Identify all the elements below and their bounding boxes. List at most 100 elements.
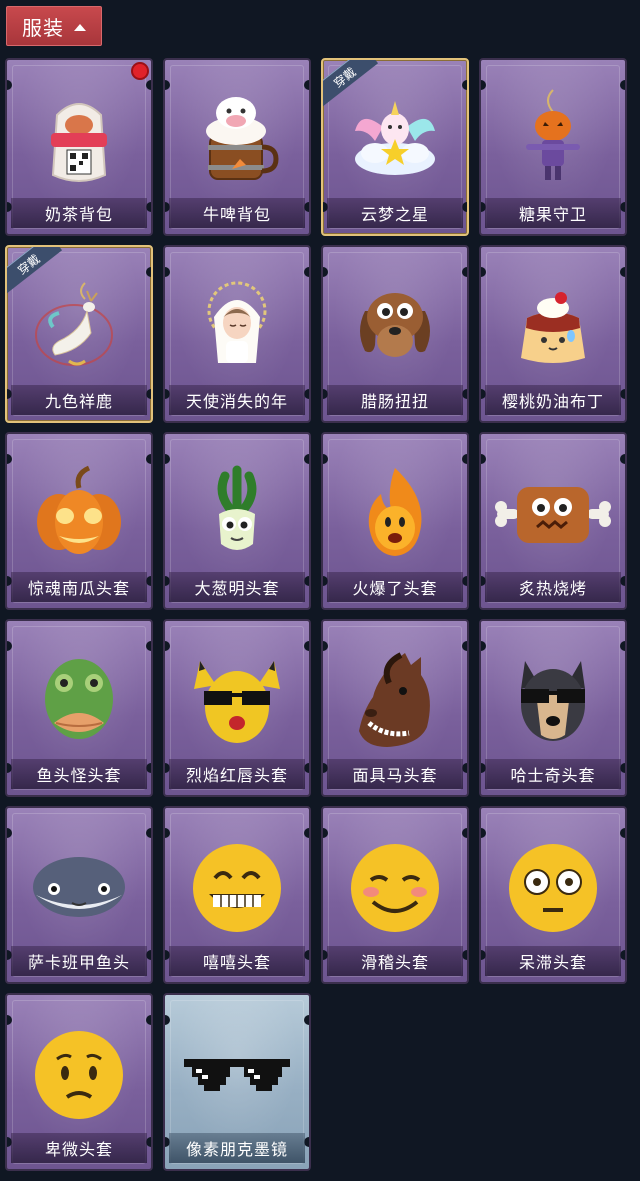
costume-card[interactable]: 炙热烧烤: [479, 432, 627, 610]
costume-name: 炙热烧烤: [485, 572, 621, 602]
card-notch: [165, 267, 170, 277]
card-notch: [481, 828, 486, 838]
card-notch: [304, 763, 309, 773]
pleading-emoji-icon: [31, 1027, 127, 1123]
costume-name: 哈士奇头套: [485, 759, 621, 789]
costume-name: 大葱明头套: [169, 572, 305, 602]
chevron-up-icon: [74, 23, 86, 31]
card-notch: [304, 641, 309, 651]
pumpkin-scarecrow-icon: [505, 89, 601, 188]
costume-card[interactable]: 萨卡班甲鱼头: [5, 806, 153, 984]
costume-card[interactable]: 烈焰红唇头套: [163, 619, 311, 797]
costume-category-header[interactable]: 服装: [6, 6, 102, 46]
new-item-dot: [131, 62, 149, 80]
card-notch: [304, 454, 309, 464]
costume-card[interactable]: 滑稽头套: [321, 806, 469, 984]
costume-name: 火爆了头套: [327, 572, 463, 602]
yellow-mask-sunglasses-icon: [189, 653, 285, 749]
costume-name: 惊魂南瓜头套: [11, 572, 147, 602]
card-notch: [165, 80, 170, 90]
costume-name: 滑稽头套: [327, 946, 463, 976]
costume-card[interactable]: 九色祥鹿 穿戴: [5, 245, 153, 423]
card-notch: [304, 202, 309, 212]
card-notch: [146, 763, 151, 773]
costume-card[interactable]: 大葱明头套: [163, 432, 311, 610]
costume-card[interactable]: 牛啤背包: [163, 58, 311, 236]
costume-card[interactable]: 惊魂南瓜头套: [5, 432, 153, 610]
card-notch: [304, 1015, 309, 1025]
sacabambaspis-icon: [31, 840, 127, 936]
costume-card[interactable]: 腊肠扭扭: [321, 245, 469, 423]
card-notch: [146, 389, 151, 399]
grin-emoji-icon: [189, 840, 285, 936]
costume-card[interactable]: 卑微头套: [5, 993, 153, 1171]
jack-o-lantern-icon: [31, 465, 127, 562]
costume-name: 天使消失的年: [169, 385, 305, 415]
costume-name: 烈焰红唇头套: [169, 759, 305, 789]
card-notch: [304, 828, 309, 838]
card-notch: [481, 454, 486, 464]
costume-card[interactable]: 像素朋克墨镜: [163, 993, 311, 1171]
costume-card[interactable]: 面具马头套: [321, 619, 469, 797]
costume-card[interactable]: 哈士奇头套: [479, 619, 627, 797]
card-notch: [620, 950, 625, 960]
card-notch: [146, 828, 151, 838]
fire-spirit-icon: [347, 466, 443, 562]
costume-name: 卑微头套: [11, 1133, 147, 1163]
costume-card[interactable]: 火爆了头套: [321, 432, 469, 610]
card-notch: [462, 389, 467, 399]
bbq-meat-icon: [495, 466, 611, 562]
costume-card[interactable]: 樱桃奶油布丁: [479, 245, 627, 423]
card-notch: [481, 80, 486, 90]
card-notch: [146, 641, 151, 651]
card-notch: [165, 1015, 170, 1025]
card-notch: [165, 828, 170, 838]
card-notch: [7, 454, 12, 464]
card-notch: [146, 202, 151, 212]
card-notch: [620, 828, 625, 838]
costume-card[interactable]: 糖果守卫: [479, 58, 627, 236]
card-notch: [620, 267, 625, 277]
card-notch: [620, 641, 625, 651]
card-notch: [7, 1015, 12, 1025]
costume-card[interactable]: 奶茶背包: [5, 58, 153, 236]
deer-charm-icon: [31, 279, 127, 375]
card-notch: [7, 641, 12, 651]
card-notch: [462, 576, 467, 586]
card-notch: [462, 80, 467, 90]
fish-head-icon: [31, 653, 127, 749]
card-notch: [620, 389, 625, 399]
card-notch: [462, 828, 467, 838]
costume-card[interactable]: 云梦之星 穿戴: [321, 58, 469, 236]
card-notch: [462, 641, 467, 651]
card-notch: [620, 763, 625, 773]
dachshund-head-icon: [347, 279, 443, 375]
card-notch: [146, 267, 151, 277]
costume-name: 糖果守卫: [485, 198, 621, 228]
costume-category-title: 服装: [22, 15, 64, 40]
costume-card[interactable]: 嘻嘻头套: [163, 806, 311, 984]
funny-emoji-icon: [347, 840, 443, 936]
card-notch: [304, 950, 309, 960]
costume-name: 云梦之星: [327, 198, 463, 228]
card-notch: [620, 454, 625, 464]
costume-card[interactable]: 天使消失的年: [163, 245, 311, 423]
costume-name: 像素朋克墨镜: [169, 1133, 305, 1163]
costume-name: 嘻嘻头套: [169, 946, 305, 976]
costume-card[interactable]: 鱼头怪头套: [5, 619, 153, 797]
costume-name: 鱼头怪头套: [11, 759, 147, 789]
unicorn-cloud-star-icon: [347, 92, 443, 188]
card-notch: [304, 267, 309, 277]
card-notch: [165, 454, 170, 464]
costume-card[interactable]: 呆滞头套: [479, 806, 627, 984]
card-notch: [462, 454, 467, 464]
stunned-emoji-icon: [505, 840, 601, 936]
costume-name: 樱桃奶油布丁: [485, 385, 621, 415]
card-notch: [146, 1137, 151, 1147]
costume-name: 奶茶背包: [11, 198, 147, 228]
card-notch: [620, 576, 625, 586]
card-notch: [620, 80, 625, 90]
card-notch: [304, 576, 309, 586]
scallion-head-icon: [189, 465, 285, 562]
pudding-icon: [505, 279, 601, 375]
